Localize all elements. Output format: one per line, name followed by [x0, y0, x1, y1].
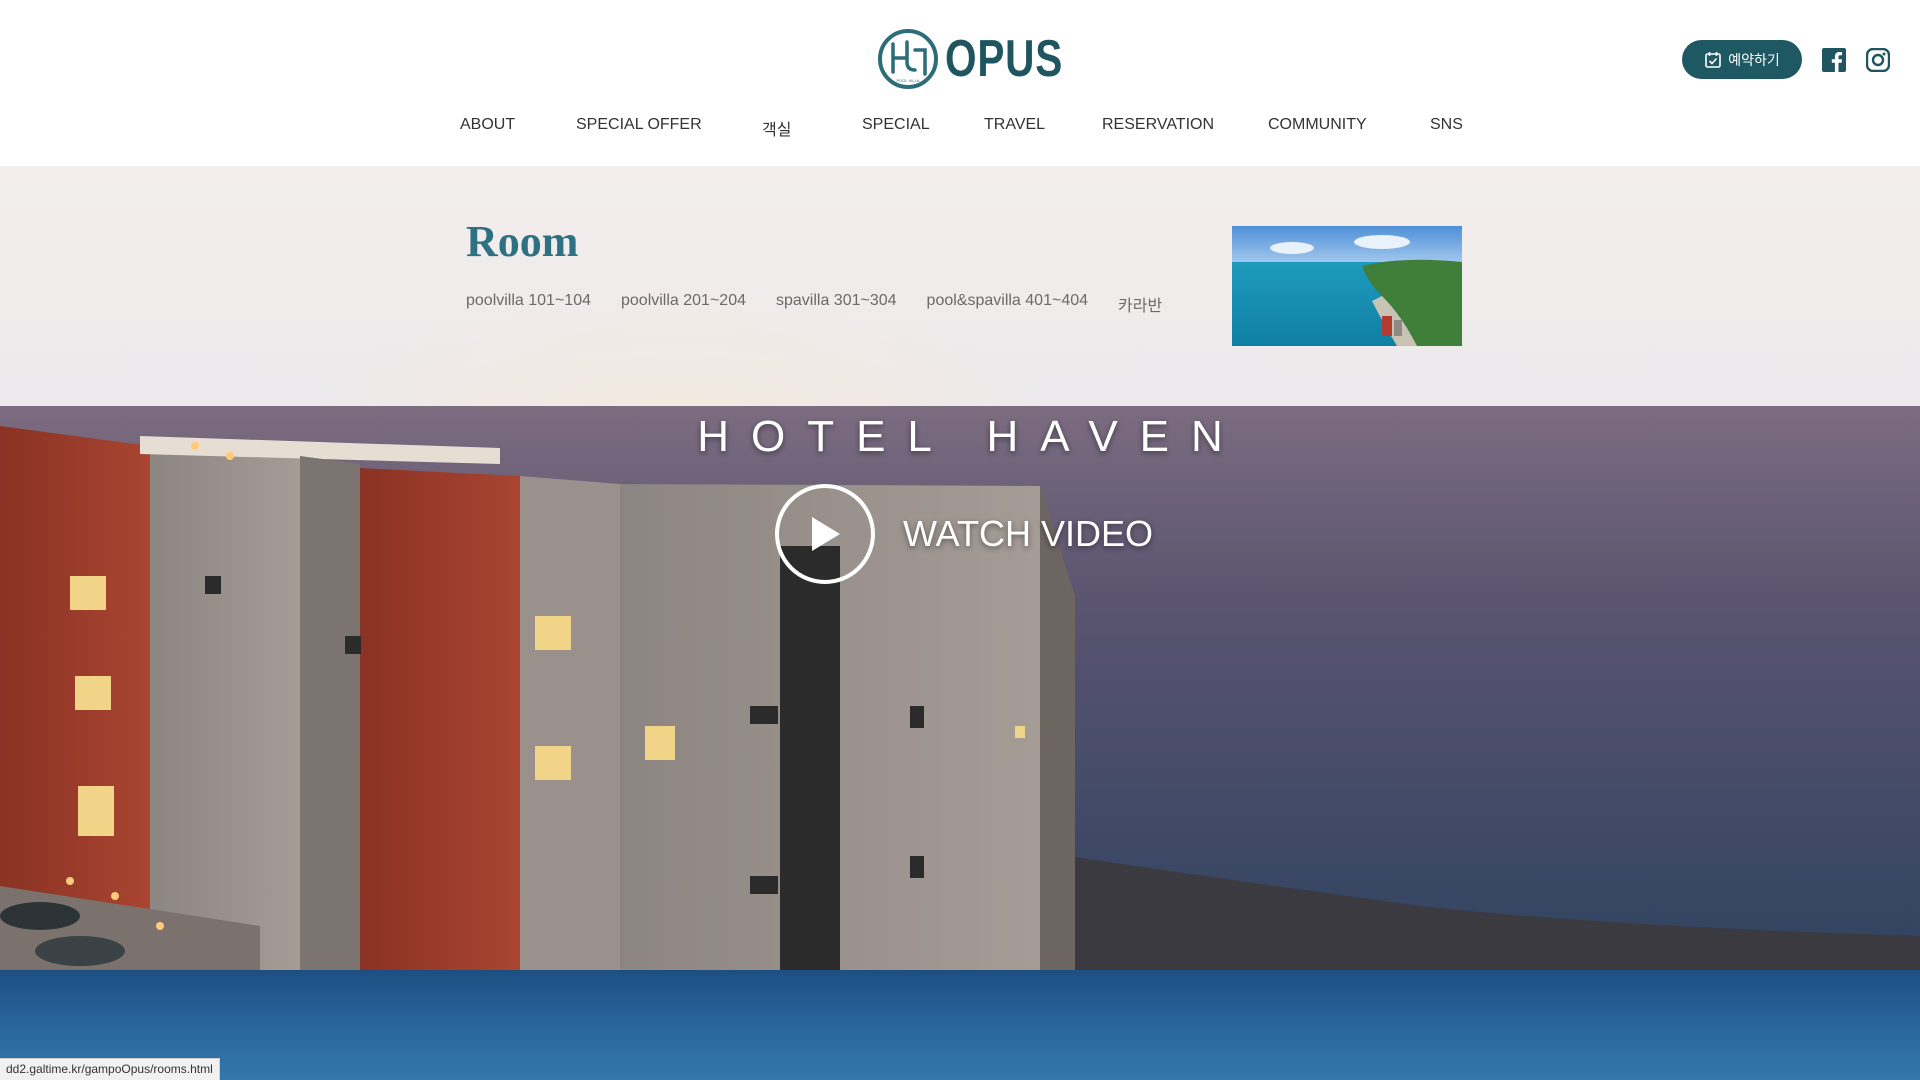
reserve-label: 예약하기 — [1728, 51, 1780, 68]
site-header: POOL VILLA OPUS 예약하기 ABOUT SPECIAL OFFER… — [0, 0, 1920, 166]
reserve-button[interactable]: 예약하기 — [1682, 40, 1802, 79]
facebook-icon[interactable] — [1822, 48, 1846, 72]
watch-video-button[interactable]: WATCH VIDEO — [775, 484, 1153, 584]
nav-reservation[interactable]: RESERVATION — [1102, 116, 1214, 134]
room-tab-spavilla-301[interactable]: spavilla 301~304 — [776, 292, 897, 316]
logo[interactable]: POOL VILLA OPUS — [877, 28, 1096, 90]
room-tab-pool-spavilla-401[interactable]: pool&spavilla 401~404 — [927, 292, 1088, 316]
room-tab-list: poolvilla 101~104 poolvilla 201~204 spav… — [466, 292, 1162, 316]
room-tab-poolvilla-101[interactable]: poolvilla 101~104 — [466, 292, 591, 316]
hero-section: HOTEL HAVEN WATCH VIDEO — [0, 406, 1920, 970]
nav-sns[interactable]: SNS — [1430, 116, 1463, 134]
logo-mark-icon: POOL VILLA — [878, 29, 938, 89]
browser-status-url: dd2.galtime.kr/gampoOpus/rooms.html — [0, 1058, 220, 1080]
nav-special-offer[interactable]: SPECIAL OFFER — [576, 116, 702, 134]
nav-about[interactable]: ABOUT — [460, 116, 515, 134]
lower-banner — [0, 970, 1920, 1080]
room-tab-poolvilla-201[interactable]: poolvilla 201~204 — [621, 292, 746, 316]
nav-community[interactable]: COMMUNITY — [1268, 116, 1367, 134]
hero-title: HOTEL HAVEN — [697, 412, 1245, 461]
instagram-icon[interactable] — [1866, 48, 1890, 72]
nav-rooms[interactable]: 객실 — [762, 116, 791, 140]
room-subheader: Room poolvilla 101~104 poolvilla 201~204… — [0, 166, 1920, 406]
play-icon — [775, 484, 875, 584]
page-title: Room — [466, 217, 579, 266]
calendar-check-icon — [1705, 51, 1722, 68]
logo-text: OPUS — [945, 30, 1064, 88]
watch-video-label: WATCH VIDEO — [903, 513, 1153, 554]
room-tab-caravan[interactable]: 카라반 — [1118, 292, 1162, 316]
coast-thumbnail — [1232, 226, 1462, 346]
main-nav: ABOUT SPECIAL OFFER 객실 SPECIAL TRAVEL RE… — [0, 116, 1920, 140]
nav-special[interactable]: SPECIAL — [862, 116, 930, 134]
nav-travel[interactable]: TRAVEL — [984, 116, 1045, 134]
svg-text:POOL VILLA: POOL VILLA — [897, 78, 920, 83]
